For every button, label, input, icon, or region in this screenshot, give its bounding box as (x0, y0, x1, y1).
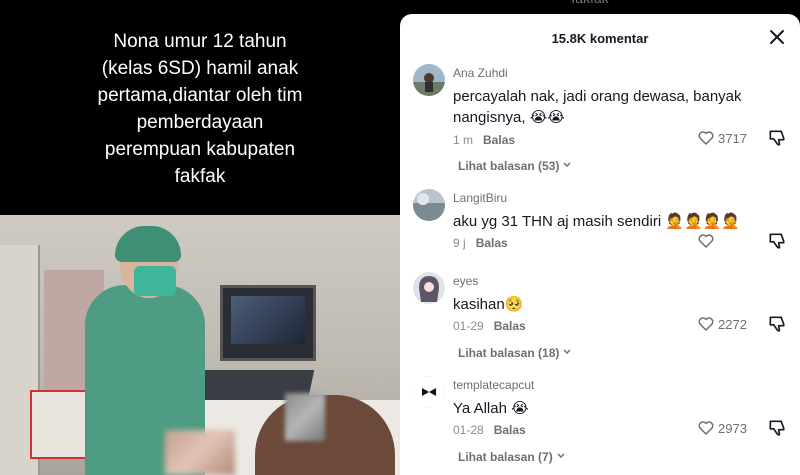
blurred-face (285, 393, 325, 441)
like-button[interactable]: 2272 (697, 313, 757, 335)
peek-text: fakfak (550, 0, 630, 6)
avatar[interactable] (413, 376, 445, 408)
heart-icon (698, 131, 714, 145)
avatar[interactable] (413, 189, 445, 221)
ultrasound-monitor (220, 285, 316, 361)
comment-text: aku yg 31 THN aj masih sendiri 🤦🤦🤦🤦 (453, 213, 741, 230)
caption-line: perempuan kabupaten (104, 139, 296, 160)
scene-nurse-mask (134, 266, 176, 296)
caption-line: pemberdayaan (136, 112, 264, 133)
heart-icon (698, 421, 714, 435)
comment-username[interactable]: eyes (453, 274, 478, 288)
like-count: 2973 (718, 420, 747, 436)
comments-panel: 15.8K komentar Ana Zuhdi percayalah nak,… (400, 14, 800, 475)
view-replies-link[interactable]: Lihat balasan (53) (458, 159, 571, 173)
view-replies-link[interactable]: Lihat balasan (7) (458, 450, 565, 464)
like-button[interactable] (697, 230, 757, 252)
comment-time: 1 m (453, 133, 474, 147)
comment-meta: 1 m Balas (453, 133, 515, 147)
dislike-icon[interactable] (767, 314, 787, 334)
chevron-down-icon (557, 453, 565, 459)
comment-time: 01-28 (453, 423, 484, 437)
caption-line: (kelas 6SD) hamil anak (101, 58, 299, 79)
comment-meta: 01-28 Balas (453, 423, 526, 437)
comment-meta: 01-29 Balas (453, 319, 526, 333)
video-player[interactable]: Nona umur 12 tahun (kelas 6SD) hamil ana… (0, 0, 400, 475)
scene-sign (30, 390, 89, 459)
reply-button[interactable]: Balas (494, 319, 526, 333)
reply-button[interactable]: Balas (476, 236, 508, 250)
chevron-down-icon (563, 349, 571, 355)
dislike-icon[interactable] (767, 128, 787, 148)
chevron-down-icon (563, 162, 571, 168)
video-caption: Nona umur 12 tahun (kelas 6SD) hamil ana… (20, 28, 380, 190)
comments-count-title: 15.8K komentar (551, 31, 649, 46)
comment-text: Ya Allah 😭 (453, 400, 529, 417)
like-count: 2272 (718, 316, 747, 332)
heart-icon (698, 317, 714, 331)
comment-time: 9 j (453, 236, 466, 250)
comment-meta: 9 j Balas (453, 236, 508, 250)
like-button[interactable]: 3717 (697, 127, 757, 149)
like-count: 3717 (718, 130, 747, 146)
comment-text: kasihan🥺 (453, 296, 524, 313)
reply-button[interactable]: Balas (483, 133, 515, 147)
comment-username[interactable]: templatecapcut (453, 378, 534, 392)
caption-line: Nona umur 12 tahun (113, 31, 287, 52)
comment-username[interactable]: Ana Zuhdi (453, 66, 508, 80)
avatar[interactable] (413, 272, 445, 304)
reply-button[interactable]: Balas (494, 423, 526, 437)
like-button[interactable]: 2973 (697, 417, 757, 439)
comment-time: 01-29 (453, 319, 484, 333)
comments-header: 15.8K komentar (400, 14, 800, 62)
close-icon[interactable] (768, 28, 786, 46)
view-replies-label: Lihat balasan (53) (458, 159, 560, 173)
blurred-area (165, 430, 235, 475)
view-replies-label: Lihat balasan (7) (458, 450, 553, 464)
caption-line: pertama,diantar oleh tim (97, 85, 303, 106)
avatar[interactable] (413, 64, 445, 96)
heart-icon (698, 234, 714, 248)
comment-username[interactable]: LangitBiru (453, 191, 507, 205)
dislike-icon[interactable] (767, 231, 787, 251)
dislike-icon[interactable] (767, 418, 787, 438)
view-replies-label: Lihat balasan (18) (458, 346, 560, 360)
caption-line: fakfak (174, 166, 226, 187)
comment-text: percayalah nak, jadi orang dewasa, banya… (453, 88, 742, 126)
view-replies-link[interactable]: Lihat balasan (18) (458, 346, 571, 360)
